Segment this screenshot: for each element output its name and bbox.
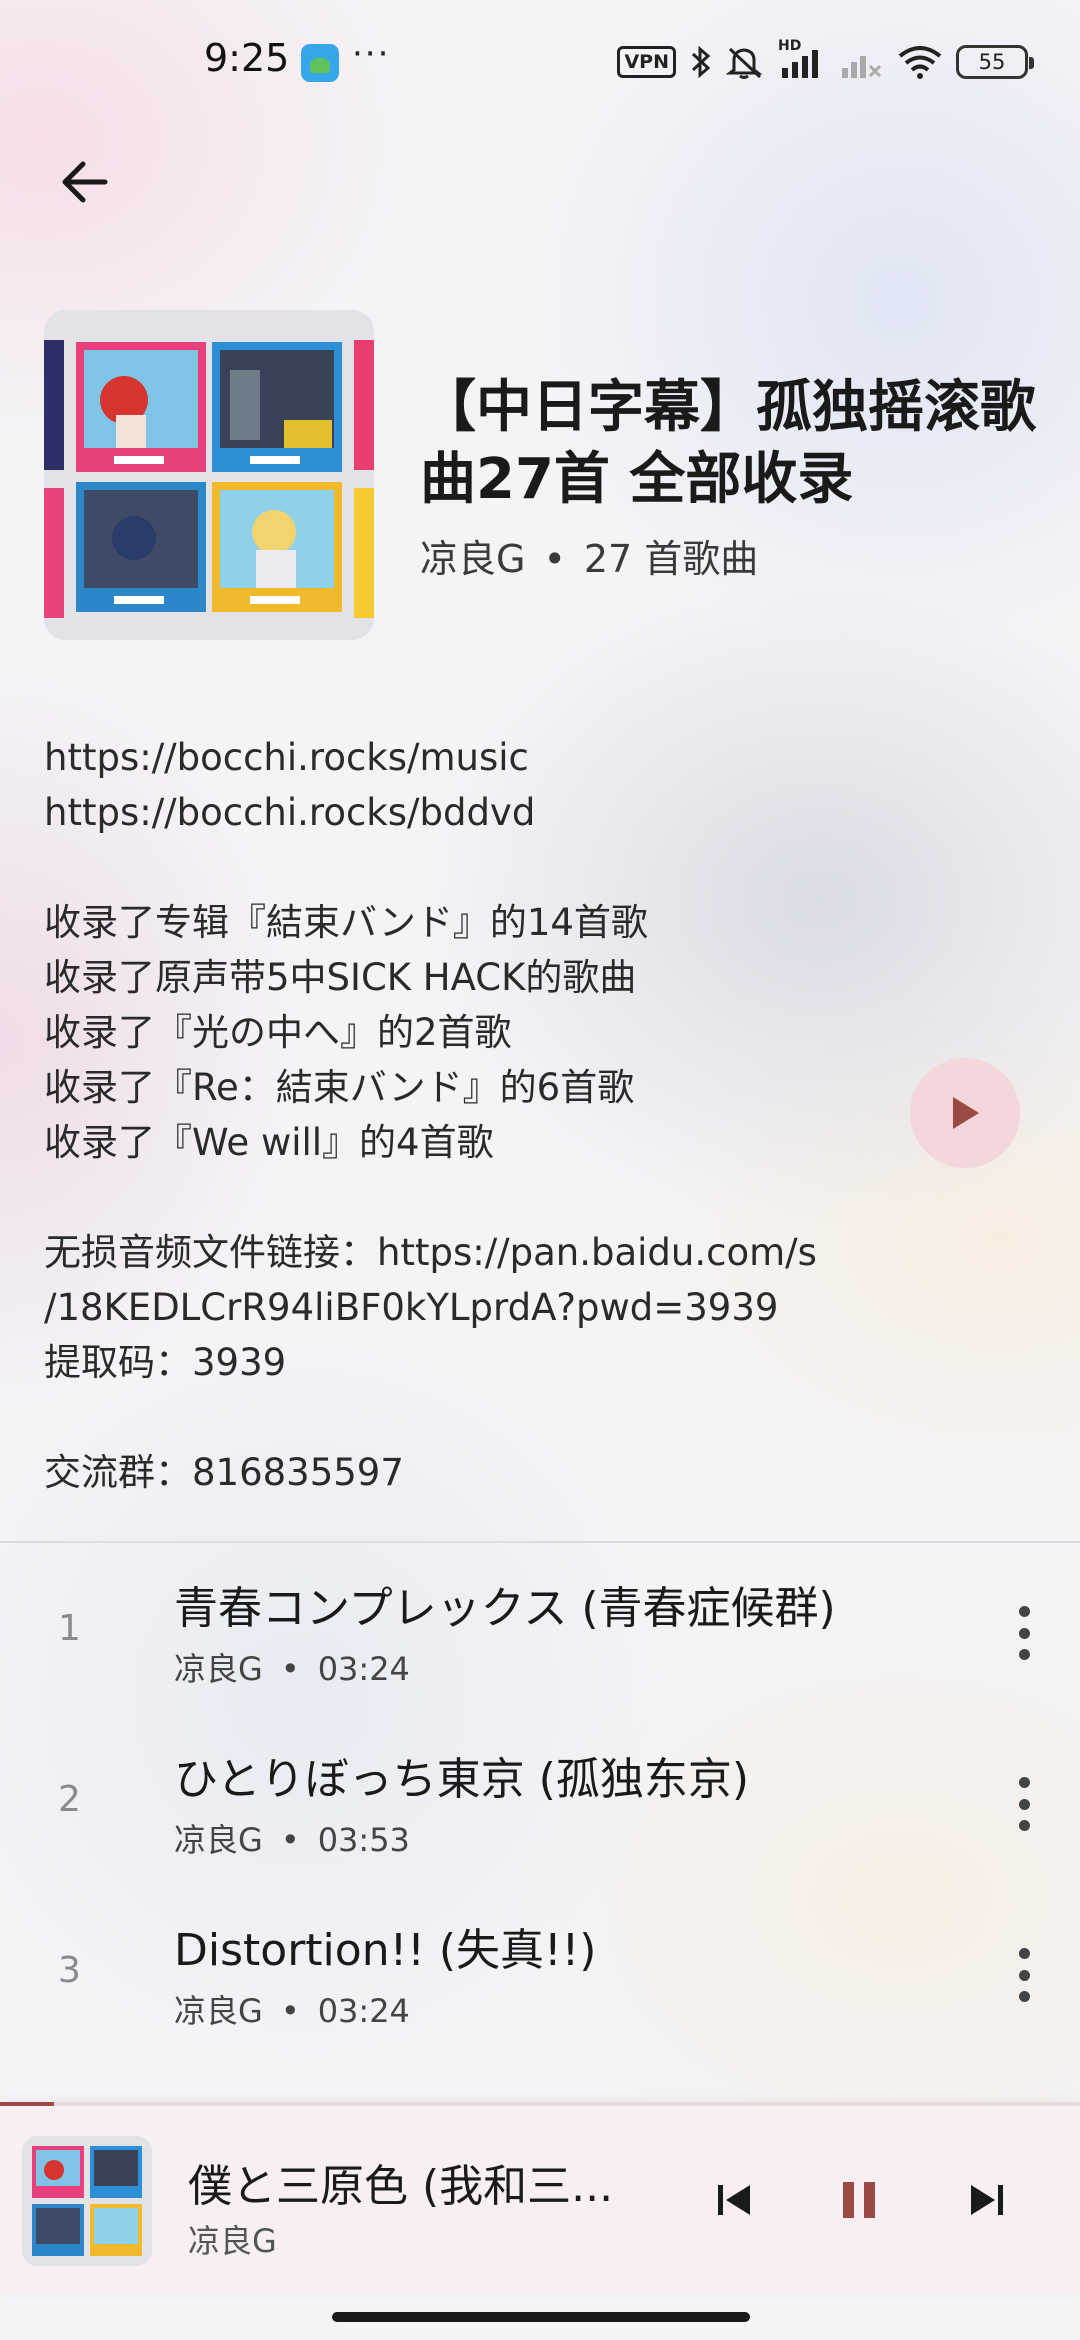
track-artist: 凉良G <box>174 1992 263 2030</box>
track-duration: 03:24 <box>317 1992 410 2030</box>
arrow-left-icon <box>62 161 108 203</box>
description-line: 提取码：3939 <box>44 1341 287 1384</box>
more-options-icon[interactable] <box>1004 1940 1044 2010</box>
playback-progress <box>0 2102 1080 2106</box>
track-subtitle: 凉良G • 03:53 <box>174 1815 410 1861</box>
status-time: 9:25 <box>204 36 290 80</box>
description-line[interactable]: https://bocchi.rocks/bddvd <box>44 785 944 840</box>
playlist-description: https://bocchi.rocks/music https://bocch… <box>44 730 944 1500</box>
track-separator: • <box>280 1650 300 1688</box>
status-bar: 9:25 ··· VPN HD 55 <box>0 0 1080 120</box>
battery-icon: 55 <box>956 45 1034 79</box>
description-line: 收录了专辑『結束バンド』的14首歌 <box>44 901 648 944</box>
description-line <box>44 1170 944 1225</box>
wifi-icon <box>898 46 942 79</box>
more-options-icon[interactable] <box>1004 1769 1044 1839</box>
track-number: 3 <box>58 1950 81 1991</box>
playlist-track-count: 27 首歌曲 <box>583 537 759 581</box>
back-button[interactable] <box>44 142 124 222</box>
play-all-button[interactable] <box>910 1058 1020 1168</box>
playlist-title: 【中日字幕】孤独摇滚歌曲27首 全部收录 <box>420 375 1036 512</box>
home-indicator[interactable] <box>332 2312 750 2322</box>
track-subtitle: 凉良G • 03:24 <box>174 1644 410 1690</box>
signal-2-icon <box>842 56 882 78</box>
divider <box>0 1541 1080 1543</box>
more-options-icon[interactable] <box>1004 1598 1044 1668</box>
track-title: 青春コンプレックス (青春症候群) <box>174 1583 836 1634</box>
description-line: 收录了『Re：結束バンド』的6首歌 <box>44 1066 635 1109</box>
pause-button[interactable] <box>827 2168 891 2232</box>
bluetooth-icon <box>691 45 711 79</box>
pause-icon <box>843 2182 875 2218</box>
description-line[interactable]: /18KEDLCrR94liBF0kYLprdA?pwd=3939 <box>44 1280 944 1335</box>
description-line[interactable]: https://bocchi.rocks/music <box>44 730 944 785</box>
mute-icon <box>726 47 763 79</box>
track-separator: • <box>280 1821 300 1859</box>
playlist-meta: 凉良G • 27 首歌曲 <box>420 528 758 583</box>
meta-separator: • <box>543 537 566 581</box>
more-notifications-icon: ··· <box>352 34 391 74</box>
track-title: Distortion!! (失真!!) <box>174 1925 597 1976</box>
description-line <box>44 1390 944 1445</box>
now-playing-cover <box>22 2136 152 2266</box>
track-duration: 03:53 <box>317 1821 410 1859</box>
playlist-author[interactable]: 凉良G <box>420 528 525 583</box>
description-line <box>44 840 944 895</box>
track-row[interactable]: 2 ひとりぼっち東京 (孤独东京) 凉良G • 03:53 <box>0 1717 1080 1887</box>
skip-next-icon <box>971 2185 1003 2215</box>
status-icons: VPN HD 55 <box>617 38 1034 82</box>
play-icon <box>953 1097 979 1129</box>
vpn-icon: VPN <box>617 46 676 78</box>
now-playing-artist: 凉良G <box>188 2222 277 2260</box>
skip-previous-icon <box>718 2185 750 2215</box>
description-line: 交流群：816835597 <box>44 1451 404 1494</box>
signal-icon: HD <box>778 38 828 80</box>
description-line[interactable]: 无损音频文件链接：https://pan.baidu.com/s <box>44 1225 944 1280</box>
track-row[interactable]: 1 青春コンプレックス (青春症候群) 凉良G • 03:24 <box>0 1546 1080 1716</box>
skip-previous-button[interactable] <box>702 2168 766 2232</box>
track-artist: 凉良G <box>174 1650 263 1688</box>
playlist-cover-image <box>44 310 374 640</box>
track-separator: • <box>280 1992 300 2030</box>
track-subtitle: 凉良G • 03:24 <box>174 1986 410 2032</box>
track-title: ひとりぼっち東京 (孤独东京) <box>174 1754 749 1805</box>
description-line: 收录了『光の中へ』的2首歌 <box>44 1011 512 1054</box>
mini-player[interactable]: 僕と三原色 (我和三... 凉良G <box>0 2102 1080 2294</box>
track-row[interactable]: 3 Distortion!! (失真!!) 凉良G • 03:24 <box>0 1888 1080 2058</box>
description-line: 收录了原声带5中SICK HACK的歌曲 <box>44 956 637 999</box>
track-duration: 03:24 <box>317 1650 410 1688</box>
track-artist: 凉良G <box>174 1821 263 1859</box>
track-number: 2 <box>58 1779 81 1820</box>
skip-next-button[interactable] <box>955 2168 1019 2232</box>
playback-progress-fill <box>0 2102 54 2106</box>
track-number: 1 <box>58 1608 81 1649</box>
description-line: 收录了『We will』的4首歌 <box>44 1121 494 1164</box>
app-notification-icon <box>301 44 339 82</box>
now-playing-title: 僕と三原色 (我和三... <box>188 2161 614 2212</box>
